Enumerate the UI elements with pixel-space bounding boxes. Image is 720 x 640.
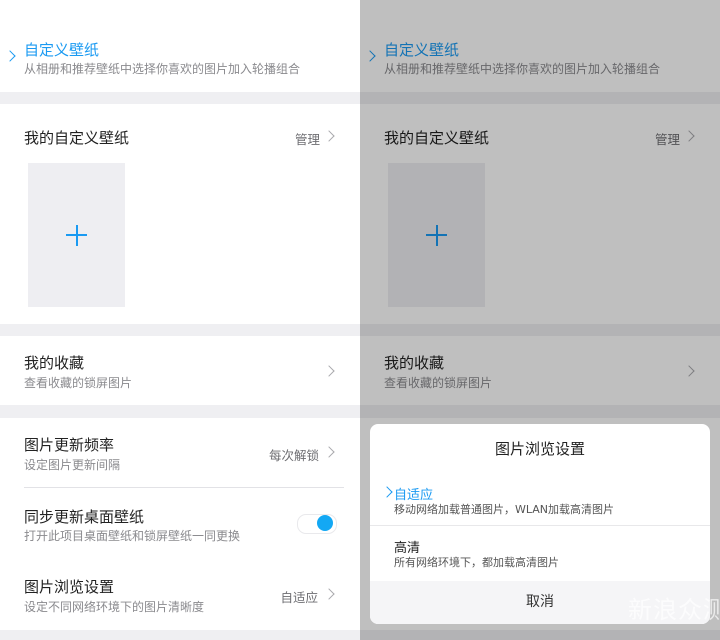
browse-settings-desc: 设定不同网络环境下的图片清晰度 [24, 600, 205, 614]
favorites-title: 我的收藏 [24, 354, 85, 372]
chevron-right-icon [323, 588, 335, 600]
browse-settings-title: 图片浏览设置 [24, 578, 115, 596]
divider [370, 525, 710, 526]
chevron-right-icon [323, 130, 335, 142]
add-wallpaper-button[interactable] [28, 163, 125, 307]
sync-desktop-desc: 打开此项目桌面壁纸和锁屏壁纸一同更换 [24, 529, 241, 543]
manage-link[interactable]: 管理 [295, 129, 320, 148]
update-frequency-value: 每次解锁 [268, 448, 319, 463]
chevron-right-icon [323, 365, 335, 377]
my-wallpapers-section: 我的自定义壁纸 管理 [0, 104, 360, 324]
divider [24, 487, 344, 488]
watermark-text: 新浪众测 [628, 596, 720, 624]
settings-screen: 自定义壁纸 从相册和推荐壁纸中选择你喜欢的图片加入轮播组合 我的自定义壁纸 管理… [0, 0, 360, 640]
selected-chevron-icon [381, 486, 393, 498]
my-wallpapers-title: 我的自定义壁纸 [24, 129, 130, 147]
custom-wallpaper-title[interactable]: 自定义壁纸 [24, 39, 99, 60]
dialog-title: 图片浏览设置 [494, 440, 585, 458]
update-frequency-title: 图片更新频率 [24, 436, 115, 454]
option-adaptive-desc: 移动网络加载普通图片，WLAN加载高清图片 [394, 503, 615, 516]
custom-wallpaper-desc: 从相册和推荐壁纸中选择你喜欢的图片加入轮播组合 [24, 62, 301, 76]
custom-wallpaper-section: 自定义壁纸 从相册和推荐壁纸中选择你喜欢的图片加入轮播组合 [0, 0, 360, 92]
option-hd-desc: 所有网络环境下，都加载高清图片 [394, 556, 559, 569]
chevron-right-icon [323, 446, 335, 458]
sync-desktop-toggle[interactable] [297, 510, 337, 536]
chevron-right-icon [4, 50, 16, 62]
update-frequency-desc: 设定图片更新间隔 [24, 458, 121, 472]
browse-settings-value: 自适应 [280, 590, 318, 605]
favorites-row[interactable]: 我的收藏 查看收藏的锁屏图片 [0, 336, 360, 405]
favorites-desc: 查看收藏的锁屏图片 [24, 376, 133, 390]
sync-desktop-title: 同步更新桌面壁纸 [24, 508, 145, 526]
